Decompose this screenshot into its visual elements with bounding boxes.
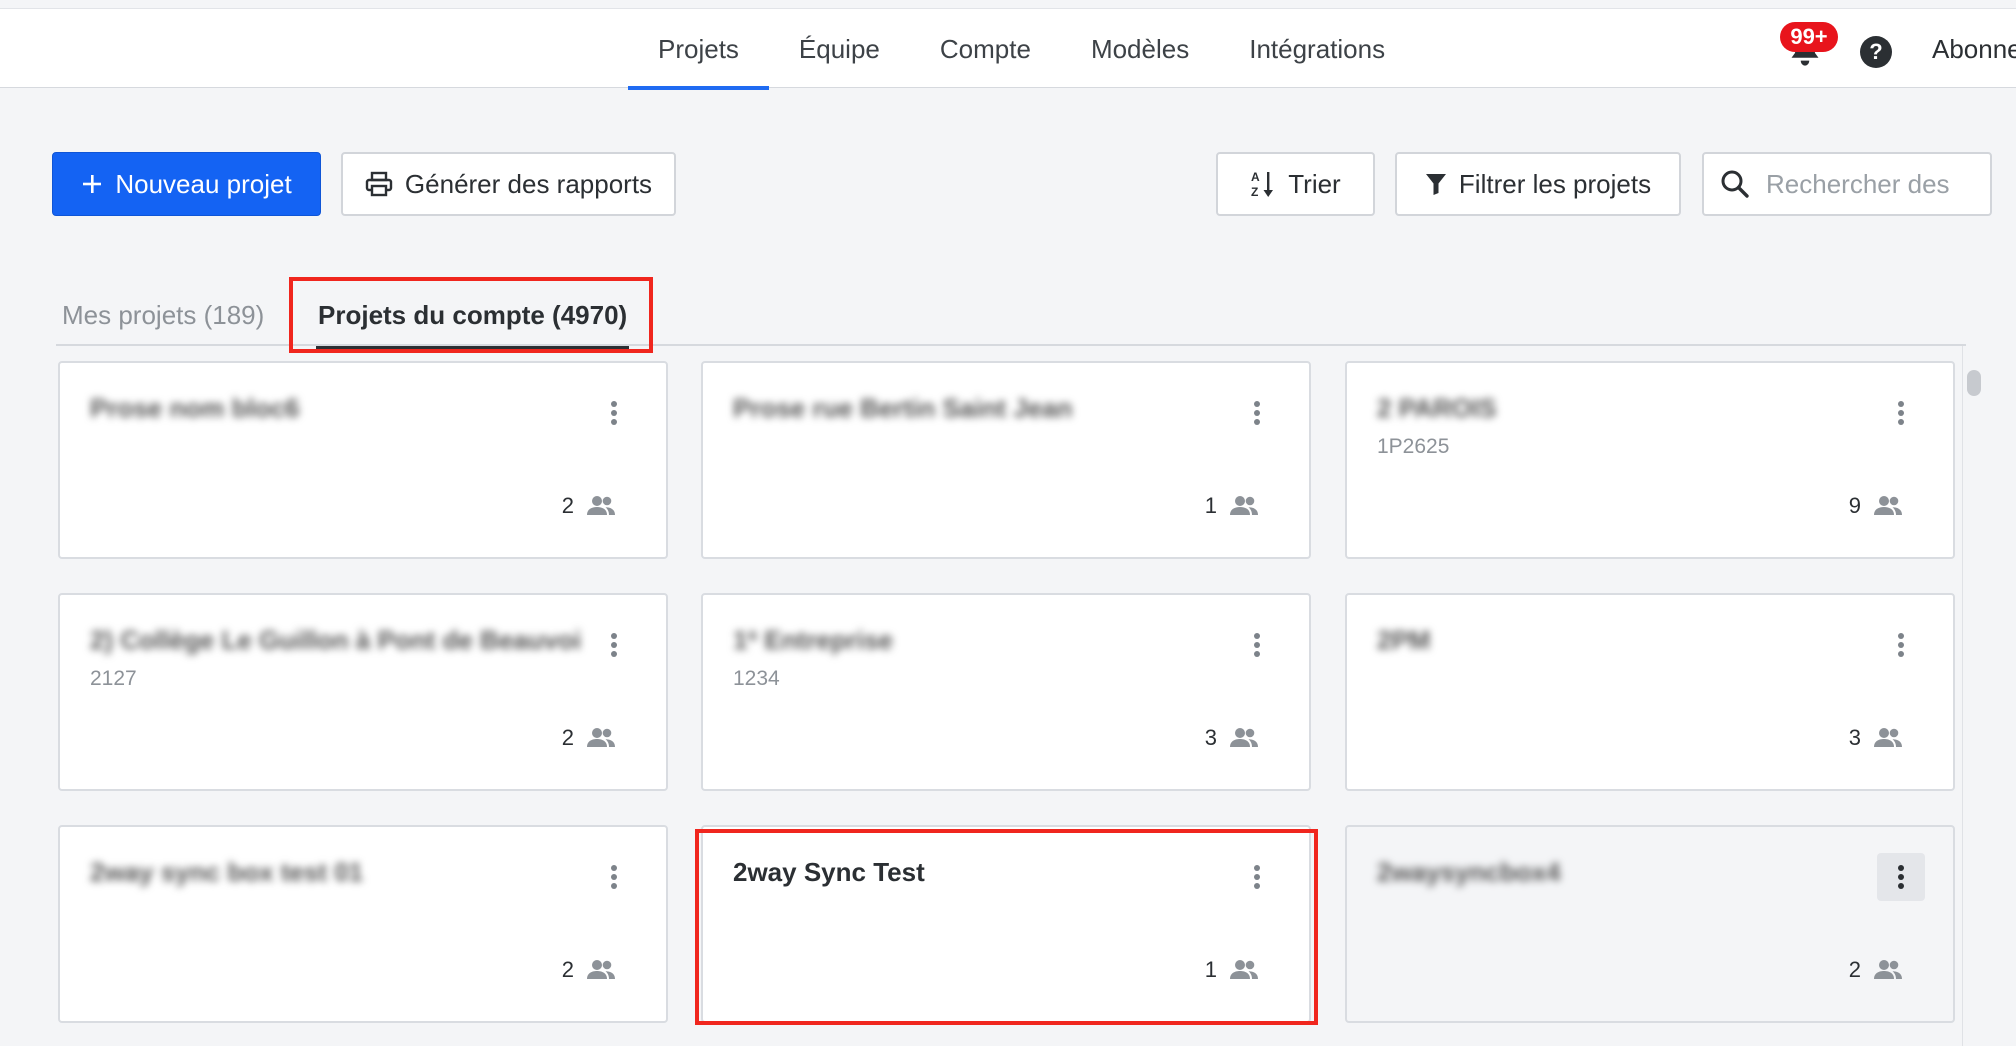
sort-button[interactable]: A Z Trier — [1216, 152, 1375, 216]
member-count: 9 — [1849, 493, 1903, 519]
project-card[interactable]: 2PM 3 — [1345, 593, 1955, 791]
more-options-icon[interactable] — [1233, 389, 1281, 437]
member-count: 2 — [562, 725, 616, 751]
more-options-icon[interactable] — [1877, 389, 1925, 437]
search-icon — [1721, 170, 1749, 198]
project-title: 1ª Entreprise — [733, 625, 893, 655]
printer-icon — [365, 171, 393, 197]
more-options-icon[interactable] — [590, 621, 638, 669]
member-count-value: 1 — [1204, 957, 1217, 982]
member-count-value: 3 — [1848, 725, 1861, 750]
filter-projects-label: Filtrer les projets — [1458, 168, 1652, 199]
more-options-icon[interactable] — [590, 853, 638, 901]
people-icon — [1874, 728, 1902, 747]
member-count: 2 — [562, 957, 616, 983]
filter-icon — [1425, 172, 1447, 196]
project-title: Prose rue Bertin Saint Jean — [733, 393, 1073, 423]
project-title: 2PM — [1377, 625, 1431, 655]
project-code: 1234 — [733, 667, 780, 690]
help-icon[interactable]: ? — [1860, 36, 1892, 68]
search-box[interactable] — [1702, 152, 1992, 216]
member-count-value: 2 — [561, 725, 574, 750]
new-project-button[interactable]: Nouveau projet — [52, 152, 321, 216]
project-card[interactable]: 2way sync box test 01 2 — [58, 825, 668, 1023]
more-options-icon[interactable] — [1877, 621, 1925, 669]
more-options-icon[interactable] — [1233, 621, 1281, 669]
project-card[interactable]: 2waysyncbox4 2 — [1345, 825, 1955, 1023]
project-card[interactable]: Prose nom bloc6 2 — [58, 361, 668, 559]
member-count: 1 — [1205, 957, 1259, 983]
nav-tab-equipe[interactable]: Équipe — [769, 9, 910, 89]
generate-reports-button[interactable]: Générer des rapports — [341, 152, 676, 216]
member-count-value: 2 — [561, 957, 574, 982]
member-count-value: 1 — [1204, 493, 1217, 518]
nav-tab-projets[interactable]: Projets — [628, 9, 769, 90]
member-count-value: 3 — [1204, 725, 1217, 750]
project-title: 2way sync box test 01 — [90, 857, 364, 887]
sort-label: Trier — [1288, 168, 1341, 199]
project-title: 2 PAROIS — [1377, 393, 1497, 423]
nav-tab-integrations[interactable]: Intégrations — [1219, 9, 1415, 89]
member-count-value: 2 — [561, 493, 574, 518]
project-card[interactable]: Prose rue Bertin Saint Jean 1 — [701, 361, 1311, 559]
member-count: 3 — [1849, 725, 1903, 751]
notification-badge[interactable]: 99+ — [1780, 22, 1838, 52]
people-icon — [1874, 496, 1902, 515]
nav-tab-compte[interactable]: Compte — [910, 9, 1061, 89]
more-options-icon[interactable] — [1877, 853, 1925, 901]
member-count: 2 — [562, 493, 616, 519]
project-title: 2way Sync Test — [733, 857, 925, 887]
project-card[interactable]: 2 PAROIS 1P2625 9 — [1345, 361, 1955, 559]
top-navigation-bar: Projets Équipe Compte Modèles Intégratio… — [0, 8, 2016, 90]
generate-reports-label: Générer des rapports — [404, 168, 653, 199]
member-count-value: 2 — [1848, 957, 1861, 982]
tab-my-projects[interactable]: Mes projets (189) — [62, 284, 264, 346]
people-icon — [1230, 728, 1258, 747]
people-icon — [1230, 960, 1258, 979]
plus-icon — [81, 173, 103, 195]
scrollbar-track[interactable] — [1962, 346, 1982, 1046]
project-card-2way-sync-test[interactable]: 2way Sync Test 1 — [701, 825, 1311, 1023]
people-icon — [1874, 960, 1902, 979]
more-options-icon[interactable] — [590, 389, 638, 437]
main-nav: Projets Équipe Compte Modèles Intégratio… — [628, 9, 1415, 90]
people-icon — [587, 728, 615, 747]
member-count: 2 — [1849, 957, 1903, 983]
people-icon — [587, 496, 615, 515]
member-count: 3 — [1205, 725, 1259, 751]
project-title: Prose nom bloc6 — [90, 393, 300, 423]
project-code: 1P2625 — [1377, 435, 1450, 458]
svg-text:Z: Z — [1251, 185, 1258, 199]
new-project-label: Nouveau projet — [115, 168, 292, 199]
people-icon — [1230, 496, 1258, 515]
sort-az-icon: A Z — [1250, 169, 1276, 199]
project-scope-tabs: Mes projets (189) Projets du compte (497… — [56, 284, 1966, 349]
project-code: 2127 — [90, 667, 137, 690]
more-options-icon[interactable] — [1233, 853, 1281, 901]
filter-projects-button[interactable]: Filtrer les projets — [1395, 152, 1681, 216]
nav-tab-modeles[interactable]: Modèles — [1061, 9, 1219, 89]
project-title: 2waysyncbox4 — [1377, 857, 1561, 887]
project-card[interactable]: 1ª Entreprise 1234 3 — [701, 593, 1311, 791]
tab-account-projects[interactable]: Projets du compte (4970) — [316, 284, 630, 349]
svg-text:A: A — [1251, 170, 1260, 184]
member-count: 1 — [1205, 493, 1259, 519]
search-input[interactable] — [1764, 167, 1988, 201]
member-count-value: 9 — [1848, 493, 1861, 518]
people-icon — [587, 960, 615, 979]
project-card[interactable]: 2) Collège Le Guillon à Pont de Beauvois… — [58, 593, 668, 791]
project-title: 2) Collège Le Guillon à Pont de Beauvois… — [90, 625, 580, 655]
scrollbar-thumb[interactable] — [1967, 370, 1981, 396]
subscribe-link[interactable]: Abonne — [1932, 9, 2016, 89]
